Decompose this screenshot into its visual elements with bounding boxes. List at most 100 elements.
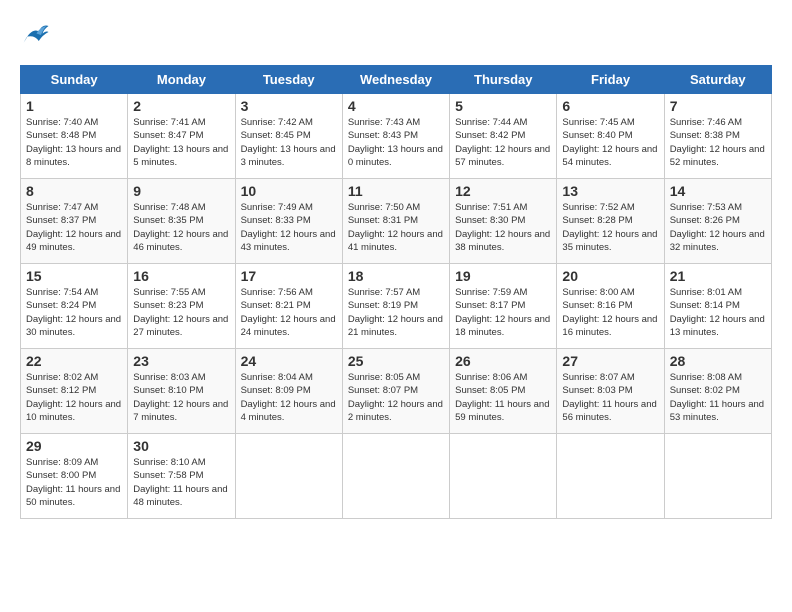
day-info: Sunrise: 8:00 AMSunset: 8:16 PMDaylight:… [562, 286, 658, 339]
day-number: 12 [455, 183, 551, 199]
calendar-cell: 20 Sunrise: 8:00 AMSunset: 8:16 PMDayligh… [557, 264, 664, 349]
day-info: Sunrise: 7:56 AMSunset: 8:21 PMDaylight:… [241, 286, 337, 339]
calendar-cell: 4 Sunrise: 7:43 AMSunset: 8:43 PMDaylight… [342, 94, 449, 179]
day-info: Sunrise: 8:07 AMSunset: 8:03 PMDaylight:… [562, 371, 658, 424]
day-info: Sunrise: 7:47 AMSunset: 8:37 PMDaylight:… [26, 201, 122, 254]
calendar-cell [342, 434, 449, 519]
calendar-cell: 10 Sunrise: 7:49 AMSunset: 8:33 PMDayligh… [235, 179, 342, 264]
day-number: 1 [26, 98, 122, 114]
day-info: Sunrise: 7:48 AMSunset: 8:35 PMDaylight:… [133, 201, 229, 254]
day-info: Sunrise: 7:40 AMSunset: 8:48 PMDaylight:… [26, 116, 122, 169]
day-number: 6 [562, 98, 658, 114]
day-info: Sunrise: 7:43 AMSunset: 8:43 PMDaylight:… [348, 116, 444, 169]
calendar-cell: 24Sunrise: 8:04 AMSunset: 8:09 PMDayligh… [235, 349, 342, 434]
day-info: Sunrise: 8:02 AMSunset: 8:12 PMDaylight:… [26, 371, 122, 424]
day-number: 22 [26, 353, 122, 369]
calendar-cell: 5 Sunrise: 7:44 AMSunset: 8:42 PMDaylight… [450, 94, 557, 179]
calendar-cell: 23Sunrise: 8:03 AMSunset: 8:10 PMDayligh… [128, 349, 235, 434]
calendar-cell: 27 Sunrise: 8:07 AMSunset: 8:03 PMDayligh… [557, 349, 664, 434]
calendar-header-row: SundayMondayTuesdayWednesdayThursdayFrid… [21, 66, 772, 94]
day-info: Sunrise: 7:51 AMSunset: 8:30 PMDaylight:… [455, 201, 551, 254]
day-number: 26 [455, 353, 551, 369]
day-number: 27 [562, 353, 658, 369]
day-info: Sunrise: 7:44 AMSunset: 8:42 PMDaylight:… [455, 116, 551, 169]
week-row-3: 15 Sunrise: 7:54 AMSunset: 8:24 PMDayligh… [21, 264, 772, 349]
day-number: 16 [133, 268, 229, 284]
week-row-2: 8 Sunrise: 7:47 AMSunset: 8:37 PMDaylight… [21, 179, 772, 264]
day-number: 9 [133, 183, 229, 199]
day-number: 24 [241, 353, 337, 369]
day-number: 2 [133, 98, 229, 114]
column-header-monday: Monday [128, 66, 235, 94]
day-number: 7 [670, 98, 766, 114]
calendar-cell: 21 Sunrise: 8:01 AMSunset: 8:14 PMDayligh… [664, 264, 771, 349]
column-header-wednesday: Wednesday [342, 66, 449, 94]
day-info: Sunrise: 7:41 AMSunset: 8:47 PMDaylight:… [133, 116, 229, 169]
day-number: 8 [26, 183, 122, 199]
calendar-cell: 2 Sunrise: 7:41 AMSunset: 8:47 PMDaylight… [128, 94, 235, 179]
calendar-cell: 19 Sunrise: 7:59 AMSunset: 8:17 PMDayligh… [450, 264, 557, 349]
day-number: 11 [348, 183, 444, 199]
day-info: Sunrise: 7:59 AMSunset: 8:17 PMDaylight:… [455, 286, 551, 339]
day-info: Sunrise: 7:49 AMSunset: 8:33 PMDaylight:… [241, 201, 337, 254]
calendar-cell: 25 Sunrise: 8:05 AMSunset: 8:07 PMDayligh… [342, 349, 449, 434]
day-number: 5 [455, 98, 551, 114]
day-number: 19 [455, 268, 551, 284]
calendar-cell: 3 Sunrise: 7:42 AMSunset: 8:45 PMDaylight… [235, 94, 342, 179]
day-info: Sunrise: 7:55 AMSunset: 8:23 PMDaylight:… [133, 286, 229, 339]
day-number: 10 [241, 183, 337, 199]
day-info: Sunrise: 7:53 AMSunset: 8:26 PMDaylight:… [670, 201, 766, 254]
calendar-cell: 17 Sunrise: 7:56 AMSunset: 8:21 PMDayligh… [235, 264, 342, 349]
page-header [20, 20, 772, 55]
day-number: 28 [670, 353, 766, 369]
calendar-cell: 9 Sunrise: 7:48 AMSunset: 8:35 PMDaylight… [128, 179, 235, 264]
day-number: 15 [26, 268, 122, 284]
day-info: Sunrise: 7:50 AMSunset: 8:31 PMDaylight:… [348, 201, 444, 254]
day-info: Sunrise: 7:42 AMSunset: 8:45 PMDaylight:… [241, 116, 337, 169]
calendar-cell: 11 Sunrise: 7:50 AMSunset: 8:31 PMDayligh… [342, 179, 449, 264]
calendar-cell: 1 Sunrise: 7:40 AMSunset: 8:48 PMDaylight… [21, 94, 128, 179]
day-info: Sunrise: 8:01 AMSunset: 8:14 PMDaylight:… [670, 286, 766, 339]
day-number: 18 [348, 268, 444, 284]
calendar-cell [235, 434, 342, 519]
calendar-cell: 7Sunrise: 7:46 AMSunset: 8:38 PMDaylight… [664, 94, 771, 179]
day-number: 23 [133, 353, 229, 369]
day-number: 3 [241, 98, 337, 114]
day-info: Sunrise: 7:45 AMSunset: 8:40 PMDaylight:… [562, 116, 658, 169]
calendar-cell: 6 Sunrise: 7:45 AMSunset: 8:40 PMDaylight… [557, 94, 664, 179]
day-number: 21 [670, 268, 766, 284]
day-info: Sunrise: 7:57 AMSunset: 8:19 PMDaylight:… [348, 286, 444, 339]
calendar-cell: 18 Sunrise: 7:57 AMSunset: 8:19 PMDayligh… [342, 264, 449, 349]
calendar-cell [664, 434, 771, 519]
day-info: Sunrise: 7:54 AMSunset: 8:24 PMDaylight:… [26, 286, 122, 339]
day-number: 29 [26, 438, 122, 454]
column-header-thursday: Thursday [450, 66, 557, 94]
day-number: 20 [562, 268, 658, 284]
calendar-cell: 28 Sunrise: 8:08 AMSunset: 8:02 PMDayligh… [664, 349, 771, 434]
day-info: Sunrise: 8:05 AMSunset: 8:07 PMDaylight:… [348, 371, 444, 424]
calendar-cell: 29Sunrise: 8:09 AMSunset: 8:00 PMDayligh… [21, 434, 128, 519]
week-row-4: 22 Sunrise: 8:02 AMSunset: 8:12 PMDayligh… [21, 349, 772, 434]
day-info: Sunrise: 8:08 AMSunset: 8:02 PMDaylight:… [670, 371, 766, 424]
calendar-cell: 22 Sunrise: 8:02 AMSunset: 8:12 PMDayligh… [21, 349, 128, 434]
day-info: Sunrise: 8:06 AMSunset: 8:05 PMDaylight:… [455, 371, 551, 424]
calendar-cell [557, 434, 664, 519]
calendar-cell [450, 434, 557, 519]
calendar-cell: 14 Sunrise: 7:53 AMSunset: 8:26 PMDayligh… [664, 179, 771, 264]
day-number: 4 [348, 98, 444, 114]
day-number: 14 [670, 183, 766, 199]
calendar-cell: 16 Sunrise: 7:55 AMSunset: 8:23 PMDayligh… [128, 264, 235, 349]
logo [20, 20, 54, 55]
calendar-cell: 8 Sunrise: 7:47 AMSunset: 8:37 PMDaylight… [21, 179, 128, 264]
week-row-5: 29Sunrise: 8:09 AMSunset: 8:00 PMDayligh… [21, 434, 772, 519]
day-number: 17 [241, 268, 337, 284]
day-number: 30 [133, 438, 229, 454]
day-number: 25 [348, 353, 444, 369]
week-row-1: 1 Sunrise: 7:40 AMSunset: 8:48 PMDaylight… [21, 94, 772, 179]
day-info: Sunrise: 8:10 AMSunset: 7:58 PMDaylight:… [133, 456, 229, 509]
day-info: Sunrise: 7:52 AMSunset: 8:28 PMDaylight:… [562, 201, 658, 254]
calendar-cell: 30 Sunrise: 8:10 AMSunset: 7:58 PMDayligh… [128, 434, 235, 519]
calendar-cell: 12 Sunrise: 7:51 AMSunset: 8:30 PMDayligh… [450, 179, 557, 264]
column-header-sunday: Sunday [21, 66, 128, 94]
calendar-body: 1 Sunrise: 7:40 AMSunset: 8:48 PMDaylight… [21, 94, 772, 519]
